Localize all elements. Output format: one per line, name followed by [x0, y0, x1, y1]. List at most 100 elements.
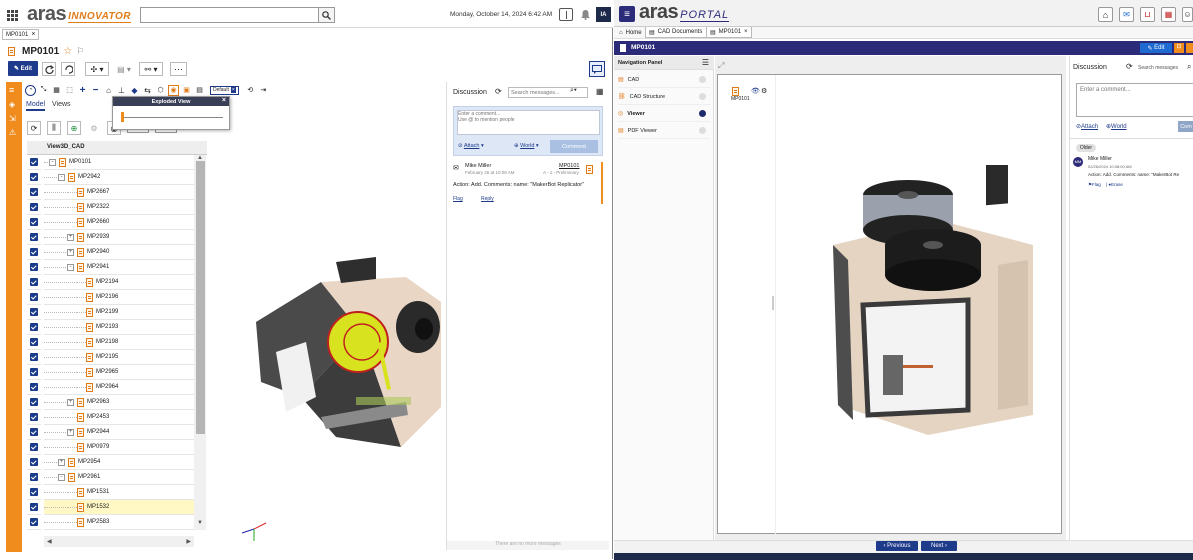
cart-icon[interactable]: ⊔ [1140, 7, 1155, 22]
flag-link[interactable]: ⚑Flag [1088, 182, 1101, 188]
visibility-checkbox[interactable] [27, 275, 41, 290]
discussion-toggle-icon[interactable] [589, 61, 605, 77]
visibility-checkbox[interactable] [27, 485, 41, 500]
home-view-icon[interactable]: ⌂ [103, 85, 114, 96]
fit-view-icon[interactable]: ⊥ [116, 85, 127, 96]
model-tab[interactable]: Model [26, 101, 46, 111]
close-icon[interactable]: × [222, 97, 226, 104]
visibility-checkbox[interactable] [27, 425, 41, 440]
breadcrumb-cad-documents[interactable]: ▤CAD Documents× [645, 27, 713, 38]
report-icon[interactable]: ▦ [1161, 7, 1176, 22]
wireframe-tool-icon[interactable]: ⬡ [155, 85, 166, 96]
checkbox-icon[interactable] [30, 398, 38, 406]
checkbox-icon[interactable] [30, 488, 38, 496]
layers-icon[interactable]: ◈ [9, 100, 19, 109]
views-tab[interactable]: Views [52, 101, 71, 108]
tree-row[interactable]: MP2583 [44, 515, 194, 530]
erase-link[interactable]: | ●Erase [1106, 182, 1123, 187]
checkbox-icon[interactable] [30, 248, 38, 256]
checkbox-icon[interactable] [30, 323, 38, 331]
link-icon[interactable]: ⟲ [245, 85, 256, 96]
user-avatar[interactable]: IA [596, 7, 611, 22]
checkbox-icon[interactable] [30, 338, 38, 346]
checkbox-icon[interactable] [30, 293, 38, 301]
cube-view-icon[interactable]: ◆ [129, 85, 140, 96]
refresh-discussion-icon[interactable]: ⟳ [1126, 62, 1133, 71]
visibility-checkbox[interactable] [27, 170, 41, 185]
visibility-checkbox[interactable] [27, 500, 41, 515]
chat-icon[interactable]: ✉ [1119, 7, 1134, 22]
export-icon[interactable]: ⇲ [9, 114, 19, 123]
tree-row[interactable]: MP0979 [44, 440, 194, 455]
split-view-icon[interactable] [559, 8, 573, 21]
search-icon[interactable]: ⌕ [1187, 62, 1191, 72]
scroll-left-icon[interactable]: ◀ [47, 538, 52, 545]
visibility-checkbox[interactable] [27, 335, 41, 350]
tree-row[interactable]: + MP2954 [44, 455, 194, 470]
visibility-checkbox[interactable] [27, 320, 41, 335]
close-icon[interactable]: × [744, 29, 748, 35]
checkbox-icon[interactable] [30, 173, 38, 181]
tree-row[interactable]: - MP0101 [44, 155, 194, 170]
share-dropdown[interactable]: ⚯ ▾ [139, 62, 163, 76]
next-button[interactable]: Next › [921, 541, 957, 551]
markup-tool-icon[interactable]: ▤ [194, 85, 205, 96]
visibility-checkbox[interactable] [27, 440, 41, 455]
visibility-checkbox[interactable] [27, 230, 41, 245]
horizontal-scrollbar[interactable]: ◀ ▶ [44, 536, 194, 547]
flag-icon[interactable]: ⚐ [76, 46, 84, 57]
home-icon[interactable]: ⌂ [1098, 7, 1113, 22]
tree-row[interactable]: + MP2940 [44, 245, 194, 260]
comment-input[interactable] [457, 110, 600, 135]
visibility-checkbox[interactable] [27, 515, 41, 530]
tree-row[interactable]: MP2193 [44, 320, 194, 335]
visibility-checkbox[interactable] [27, 185, 41, 200]
visibility-checkbox[interactable] [27, 455, 41, 470]
tree-row[interactable]: MP2964 [44, 380, 194, 395]
app-grid-icon[interactable] [6, 9, 18, 21]
checkbox-icon[interactable] [30, 428, 38, 436]
visibility-checkbox[interactable] [27, 305, 41, 320]
breadcrumb-mp0101[interactable]: ▤ MP0101 × [706, 27, 752, 38]
nav-item[interactable]: ◎ Viewer [618, 106, 710, 122]
visibility-checkbox[interactable] [27, 395, 41, 410]
visibility-checkbox[interactable] [27, 200, 41, 215]
nav-panel-menu-icon[interactable]: ☰ [702, 58, 709, 67]
add-item-icon[interactable]: ⊕ [67, 121, 81, 135]
comment-button[interactable]: Comment [550, 140, 598, 153]
tree-row[interactable]: MP2660 [44, 215, 194, 230]
visibility-checkbox[interactable] [27, 380, 41, 395]
tree-row[interactable]: + MP2944 [44, 425, 194, 440]
visibility-checkbox[interactable] [27, 260, 41, 275]
scroll-right-icon[interactable]: ▶ [186, 538, 191, 545]
edit-button[interactable]: ✎ Edit [8, 61, 38, 76]
tree-row[interactable]: MP1531 [44, 485, 194, 500]
section-tool-icon[interactable]: ⬚ [64, 85, 75, 96]
zoom-out-icon[interactable]: − [90, 85, 101, 96]
tree-row[interactable]: MP2453 [44, 410, 194, 425]
scroll-down-icon[interactable]: ▼ [194, 520, 206, 526]
expand-toggle-icon[interactable]: - [58, 173, 65, 181]
3d-model-view[interactable] [818, 165, 1038, 455]
world-select[interactable]: ⊕ World ▾ [514, 143, 539, 149]
exploded-view-header[interactable]: Exploded View × [113, 97, 229, 106]
tree-row[interactable]: MP2196 [44, 290, 194, 305]
expand-toggle-icon[interactable]: + [67, 398, 74, 406]
tree-row[interactable]: MP2194 [44, 275, 194, 290]
tree-row[interactable]: - MP2941 [44, 260, 194, 275]
more-actions-icon[interactable]: ⊡ [1174, 43, 1184, 53]
checkbox-icon[interactable] [30, 233, 38, 241]
tree-row[interactable]: MP2667 [44, 185, 194, 200]
checkbox-icon[interactable] [30, 368, 38, 376]
splitter-handle[interactable] [772, 296, 774, 310]
menu-icon[interactable]: ≡ [9, 86, 19, 95]
checkbox-icon[interactable] [30, 383, 38, 391]
visibility-checkbox[interactable] [27, 410, 41, 425]
viewer-toolbar-icon[interactable]: ⤢ [718, 61, 724, 71]
refresh-discussion-icon[interactable]: ⟳ [495, 87, 502, 96]
more-button[interactable]: ⋯ [170, 62, 187, 76]
checkbox-icon[interactable] [30, 503, 38, 511]
tab-mp0101[interactable]: MP0101 × [2, 29, 40, 40]
explode-slider-handle[interactable] [121, 112, 124, 122]
tree-row[interactable]: MP2195 [44, 350, 194, 365]
